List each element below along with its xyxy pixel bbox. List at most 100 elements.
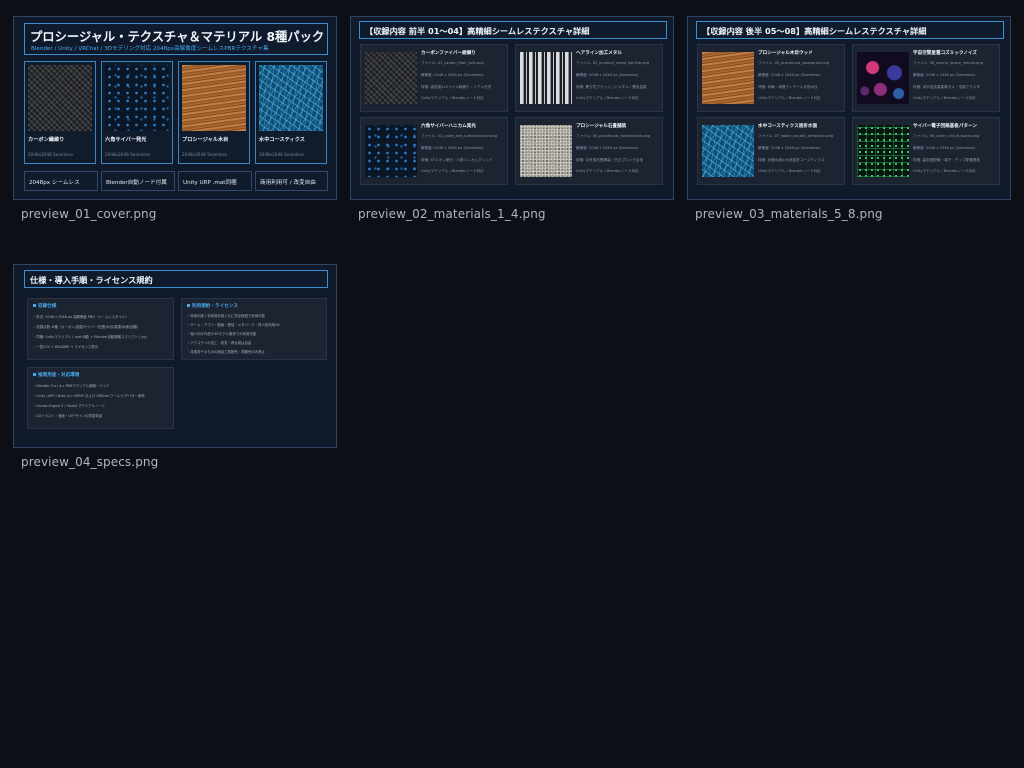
specs-section: 収録仕様 ・形式: 2048 x 2048 px 高解像度 PNG（シームレスタ… [27, 298, 174, 360]
material-title: サイバー電子回路基板パターン [913, 124, 977, 129]
cover-subtitle: Blender / Unity / VRChat / 3Dモデリング対応 204… [31, 46, 269, 52]
texture-swatch [857, 125, 909, 177]
section-line: ・Unreal Engine 5 / Godot マテリアルノード [33, 404, 106, 408]
file-name[interactable]: preview_04_specs.png [21, 455, 158, 469]
material-size: 解像度: 2048 x 2048 px (Seamless) [758, 146, 821, 150]
material-item: ヘアライン加工メタル ファイル: 02_brushed_metal_hairli… [515, 44, 663, 112]
section-line: ・Unity (URP / Built-in / HDRP) および VRCha… [33, 394, 145, 398]
material-size: 解像度: 2048 x 2048 px (Seamless) [421, 73, 484, 77]
specs-title: 仕様・導入手順・ライセンス規約 [30, 275, 153, 285]
material-compat: Unityマテリアル / Blenderノード対応 [421, 169, 484, 173]
material-file: ファイル: 01_carbon_fiber_twill.png [421, 61, 484, 65]
material-title: カーボンファイバー綾織り [421, 51, 476, 56]
section-heading: 収録仕様 [33, 303, 56, 309]
file-name[interactable]: preview_02_materials_1_4.png [358, 207, 546, 221]
material-feature: 特徴: 高密度2x2ツイル綾織り・リアル光沢 [421, 85, 492, 89]
cover-card: 六角サイバー発光 2048x2048 Seamless [101, 61, 173, 164]
material-feature: 特徴: 光線水面の水底屈折コースティクス [758, 158, 825, 162]
card-name: プロシージャル木目 [182, 137, 229, 143]
section-line: ・ゲーム・アプリ・動画・配信・メタバース・同人誌利用OK [187, 323, 280, 327]
material-file: ファイル: 02_brushed_metal_hairline.png [576, 61, 650, 65]
card-resolution: 2048x2048 Seamless [259, 152, 305, 157]
materials-header: 【収録内容 後半 05〜08】高精細シームレステクスチャ詳細 [696, 21, 1004, 39]
section-line: ・商用利用 / 非商用利用ともに完全無償で利用可能 [187, 314, 265, 318]
material-size: 解像度: 2048 x 2048 px (Seamless) [913, 73, 976, 77]
material-title: プロシージャル木目ウッド [758, 51, 813, 56]
thumbnail-cover[interactable]: プロシージャル・テクスチャ＆マテリアル 8種パック Blender / Unit… [13, 16, 337, 200]
texture-swatch [857, 52, 909, 104]
file-tile-materials-1-4[interactable]: 【収録内容 前半 01〜04】高精細シームレステクスチャ詳細 カーボンファイバー… [350, 16, 674, 221]
material-title: プロシージャル石畳舗装 [576, 124, 627, 129]
feature-badge: Unity URP .mat同梱 [178, 171, 252, 191]
cover-card: 水中コースティクス 2048x2048 Seamless [255, 61, 327, 164]
cover-card: カーボン繊維り 2048x2048 Seamless [24, 61, 96, 164]
file-tile-materials-5-8[interactable]: 【収録内容 後半 05〜08】高精細シームレステクスチャ詳細 プロシージャル木目… [687, 16, 1011, 221]
card-resolution: 2048x2048 Seamless [28, 152, 74, 157]
material-feature: 特徴: 異方性ブラッシュドメタル・異色金属 [576, 85, 647, 89]
card-name: 水中コースティクス [259, 137, 305, 143]
material-title: ヘアライン加工メタル [576, 51, 622, 56]
file-name[interactable]: preview_01_cover.png [21, 207, 156, 221]
material-feature: 特徴: 高密度配線・端子・チップ配置基板 [913, 158, 981, 162]
file-tile-cover[interactable]: プロシージャル・テクスチャ＆マテリアル 8種パック Blender / Unit… [13, 16, 337, 221]
section-line: ・収録点数: 8種（カーボン/金属/サイバー/石畳/木目/星雲/水面/回路） [33, 325, 141, 329]
bullet-square-icon [33, 304, 36, 307]
material-feature: 特徴: SFネオン発光・六角ハニカムグリッド [421, 158, 493, 162]
feature-badge: 2048px シームレス [24, 171, 98, 191]
cover-header: プロシージャル・テクスチャ＆マテリアル 8種パック Blender / Unit… [24, 23, 328, 55]
section-line: ・形式: 2048 x 2048 px 高解像度 PNG（シームレスタイル） [33, 315, 129, 319]
thumbnail-specs[interactable]: 仕様・導入手順・ライセンス規約 収録仕様 ・形式: 2048 x 2048 px… [13, 264, 337, 448]
material-feature: 特徴: 中世風石畳舗装・凹凸ブロック目地 [576, 158, 644, 162]
texture-swatch [105, 65, 169, 131]
material-compat: Unityマテリアル / Blenderノード対応 [913, 96, 976, 100]
materials-title: 【収録内容 前半 01〜04】高精細シームレステクスチャ詳細 [365, 26, 590, 36]
material-size: 解像度: 2048 x 2048 px (Seamless) [758, 73, 821, 77]
texture-swatch [702, 125, 754, 177]
material-item: プロシージャル石畳舗装 ファイル: 04_procedural_cobblest… [515, 117, 663, 185]
material-size: 解像度: 2048 x 2048 px (Seamless) [913, 146, 976, 150]
section-line: ・一覧CSV + README + ライセンス表示 [33, 345, 99, 349]
section-line: ・本素材そのものの無加工再配布・再販売のみ禁止 [187, 350, 265, 354]
material-file: ファイル: 03_cyber_hex_luminescence.png [421, 134, 498, 138]
specs-section: 利用規約・ライセンス ・商用利用 / 非商用利用ともに完全無償で利用可能 ・ゲー… [181, 298, 327, 360]
thumbnail-materials-5-8[interactable]: 【収録内容 後半 05〜08】高精細シームレステクスチャ詳細 プロシージャル木目… [687, 16, 1011, 200]
specs-header: 仕様・導入手順・ライセンス規約 [24, 270, 328, 288]
card-name: カーボン繊維り [28, 137, 65, 143]
file-tile-specs[interactable]: 仕様・導入手順・ライセンス規約 収録仕様 ・形式: 2048 x 2048 px… [13, 264, 337, 469]
material-item: 六角サイバーハニカム発光 ファイル: 03_cyber_hex_luminesc… [360, 117, 508, 185]
material-item: プロシージャル木目ウッド ファイル: 05_procedural_woodgra… [697, 44, 845, 112]
feature-badge: 商用利用可 / 改変自由 [255, 171, 328, 191]
bullet-square-icon [33, 373, 36, 376]
materials-title: 【収録内容 後半 05〜08】高精細シームレステクスチャ詳細 [702, 26, 927, 36]
section-heading: 利用規約・ライセンス [187, 303, 238, 309]
file-name[interactable]: preview_03_materials_5_8.png [695, 207, 883, 221]
card-name: 六角サイバー発光 [105, 137, 147, 143]
material-compat: Unityマテリアル / Blenderノード対応 [913, 169, 976, 173]
cover-card: プロシージャル木目 2048x2048 Seamless [178, 61, 250, 164]
material-compat: Unityマテリアル / Blenderノード対応 [758, 169, 821, 173]
material-compat: Unityマテリアル / Blenderノード対応 [576, 169, 639, 173]
material-compat: Unityマテリアル / Blenderノード対応 [576, 96, 639, 100]
material-file: ファイル: 07_water_caustic_refraction.png [758, 134, 834, 138]
material-size: 解像度: 2048 x 2048 px (Seamless) [576, 146, 639, 150]
texture-swatch [702, 52, 754, 104]
material-item: 宇宙空間星雲コズミックノイズ ファイル: 06_cosmic_space_neb… [852, 44, 1000, 112]
specs-section: 推奨用途・対応環境 ・Blender 3.x / 4.x PBRマテリアル構築・… [27, 367, 174, 429]
section-line: ・テクスチャの加工・改変・再合成は自由 [187, 341, 252, 345]
material-file: ファイル: 04_procedural_cobblestone.png [576, 134, 651, 138]
material-item: 水中コースティクス屈折水面 ファイル: 07_water_caustic_ref… [697, 117, 845, 185]
texture-swatch [365, 125, 417, 177]
section-line: ・個人向け作品や3Dモデル販売での利用可能 [187, 332, 257, 336]
section-line: ・2Dイラスト・漫画・UIデザインの質感背景 [33, 414, 103, 418]
thumbnail-materials-1-4[interactable]: 【収録内容 前半 01〜04】高精細シームレステクスチャ詳細 カーボンファイバー… [350, 16, 674, 200]
cover-title: プロシージャル・テクスチャ＆マテリアル 8種パック [30, 30, 325, 44]
bullet-square-icon [187, 304, 190, 307]
section-line: ・Blender 3.x / 4.x PBRマテリアル構築・ベイク [33, 384, 110, 388]
texture-swatch [259, 65, 323, 131]
material-compat: Unityマテリアル / Blenderノード対応 [758, 96, 821, 100]
material-feature: 特徴: 年輪・導管ディテール天然木目 [758, 85, 818, 89]
card-resolution: 2048x2048 Seamless [105, 152, 151, 157]
texture-swatch [365, 52, 417, 104]
texture-swatch [182, 65, 246, 131]
material-file: ファイル: 05_procedural_woodgrain.png [758, 61, 830, 65]
